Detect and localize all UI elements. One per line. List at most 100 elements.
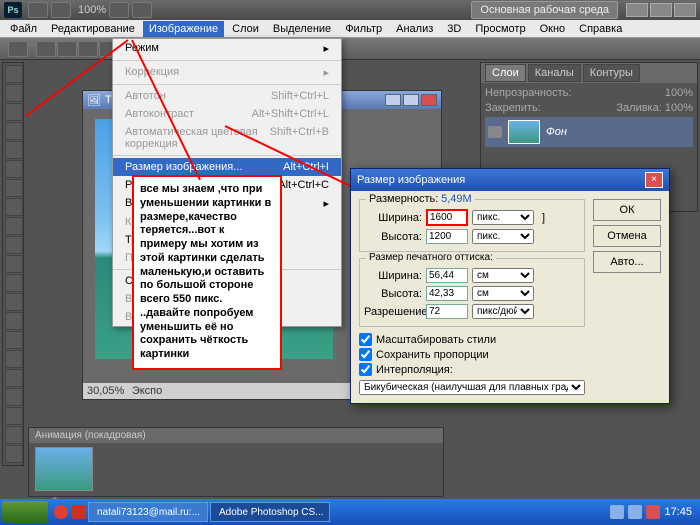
eyedrop-tool-icon[interactable] bbox=[5, 160, 23, 178]
menu-item[interactable]: Режим▸ bbox=[113, 39, 341, 58]
taskbar-item[interactable]: Adobe Photoshop CS... bbox=[210, 502, 330, 522]
pen-tool-icon[interactable] bbox=[5, 331, 23, 349]
auto-button[interactable]: Авто... bbox=[593, 251, 661, 273]
fill-value[interactable]: 100% bbox=[665, 102, 693, 114]
marquee-tool-icon[interactable] bbox=[5, 84, 23, 102]
menu-filter[interactable]: Фильтр bbox=[339, 21, 388, 37]
layer-thumbnail[interactable] bbox=[508, 120, 540, 144]
menu-image[interactable]: Изображение bbox=[143, 21, 224, 37]
start-button[interactable] bbox=[2, 501, 48, 523]
lasso-tool-icon[interactable] bbox=[5, 103, 23, 121]
link-icon[interactable]: ] bbox=[542, 212, 545, 224]
menu-analysis[interactable]: Анализ bbox=[390, 21, 439, 37]
move-tool-icon[interactable] bbox=[5, 65, 23, 83]
menu-item: АвтоконтрастAlt+Shift+Ctrl+L bbox=[113, 105, 341, 123]
screen-mode-icon[interactable] bbox=[51, 2, 71, 18]
tab-channels[interactable]: Каналы bbox=[528, 64, 581, 82]
zoom-level[interactable]: 100% bbox=[78, 4, 106, 16]
scale-styles-checkbox[interactable] bbox=[359, 333, 372, 346]
wand-tool-icon[interactable] bbox=[5, 122, 23, 140]
width-unit-select[interactable]: пикс. bbox=[472, 210, 534, 225]
tab-paths[interactable]: Контуры bbox=[583, 64, 640, 82]
workspace-selector[interactable]: Основная рабочая среда bbox=[471, 1, 618, 19]
menu-3d[interactable]: 3D bbox=[441, 21, 467, 37]
doc-max-icon[interactable] bbox=[403, 94, 419, 106]
resolution-input[interactable] bbox=[426, 304, 468, 319]
dialog-close-icon[interactable]: × bbox=[645, 172, 663, 188]
layer-name[interactable]: Фон bbox=[546, 126, 567, 138]
sel-sub-icon[interactable] bbox=[78, 41, 98, 57]
heal-tool-icon[interactable] bbox=[5, 179, 23, 197]
ok-button[interactable]: ОК bbox=[593, 199, 661, 221]
arrange-icon[interactable] bbox=[132, 2, 152, 18]
dialog-titlebar[interactable]: Размер изображения × bbox=[351, 169, 669, 191]
print-width-label: Ширина: bbox=[364, 270, 422, 282]
avira-icon[interactable] bbox=[646, 505, 660, 519]
sel-new-icon[interactable] bbox=[36, 41, 56, 57]
doc-min-icon[interactable] bbox=[385, 94, 401, 106]
tray-icon[interactable] bbox=[610, 505, 624, 519]
gradient-tool-icon[interactable] bbox=[5, 274, 23, 292]
cancel-button[interactable]: Отмена bbox=[593, 225, 661, 247]
print-width-input[interactable] bbox=[426, 268, 468, 283]
resample-checkbox[interactable] bbox=[359, 363, 372, 376]
taskbar-item[interactable]: natali73123@mail.ru:... bbox=[88, 502, 208, 522]
sel-add-icon[interactable] bbox=[57, 41, 77, 57]
height-label: Высота: bbox=[364, 231, 422, 243]
resolution-unit[interactable]: пикс/дюйм bbox=[472, 304, 534, 319]
path-tool-icon[interactable] bbox=[5, 369, 23, 387]
width-input[interactable] bbox=[426, 209, 468, 226]
menu-view[interactable]: Просмотр bbox=[469, 21, 531, 37]
history-tool-icon[interactable] bbox=[5, 236, 23, 254]
animation-title: Анимация (покадровая) bbox=[29, 428, 443, 443]
menu-help[interactable]: Справка bbox=[573, 21, 628, 37]
brush-tool-icon[interactable] bbox=[5, 198, 23, 216]
print-size-group: Размер печатного оттиска: Ширина:см Высо… bbox=[359, 258, 585, 327]
width-label: Ширина: bbox=[364, 212, 422, 224]
animation-frame[interactable] bbox=[35, 447, 93, 491]
stamp-tool-icon[interactable] bbox=[5, 217, 23, 235]
menu-select[interactable]: Выделение bbox=[267, 21, 337, 37]
clock[interactable]: 17:45 bbox=[664, 506, 692, 518]
tool-preset-icon[interactable] bbox=[28, 2, 48, 18]
visibility-icon[interactable] bbox=[488, 126, 502, 138]
maximize-icon[interactable] bbox=[650, 3, 672, 17]
print-width-unit[interactable]: см bbox=[472, 268, 534, 283]
zoom-tool-icon[interactable] bbox=[5, 445, 23, 463]
crop-tool-icon[interactable] bbox=[5, 141, 23, 159]
doc-close-icon[interactable] bbox=[421, 94, 437, 106]
menu-edit[interactable]: Редактирование bbox=[45, 21, 141, 37]
menu-layers[interactable]: Слои bbox=[226, 21, 265, 37]
layer-row[interactable]: Фон bbox=[485, 117, 693, 147]
tab-layers[interactable]: Слои bbox=[485, 64, 526, 82]
type-tool-icon[interactable] bbox=[5, 350, 23, 368]
menu-item: АвтотонShift+Ctrl+L bbox=[113, 87, 341, 105]
opacity-label: Непрозрачность: bbox=[485, 87, 571, 99]
tray-icon[interactable] bbox=[628, 505, 642, 519]
menu-window[interactable]: Окно bbox=[534, 21, 572, 37]
blur-tool-icon[interactable] bbox=[5, 293, 23, 311]
dodge-tool-icon[interactable] bbox=[5, 312, 23, 330]
close-icon[interactable] bbox=[674, 3, 696, 17]
constrain-checkbox[interactable] bbox=[359, 348, 372, 361]
hand-icon[interactable] bbox=[109, 2, 129, 18]
height-unit-select[interactable]: пикс. bbox=[472, 229, 534, 244]
animation-panel: Анимация (покадровая) 0 сек. bbox=[28, 427, 444, 497]
options-bar: Стиль: Цвет: bbox=[0, 38, 700, 60]
hand-tool-icon[interactable] bbox=[5, 426, 23, 444]
app-icon[interactable] bbox=[72, 505, 86, 519]
opacity-value[interactable]: 100% bbox=[665, 87, 693, 99]
opera-icon[interactable] bbox=[54, 505, 68, 519]
menu-file[interactable]: Файл bbox=[4, 21, 43, 37]
height-input[interactable] bbox=[426, 229, 468, 244]
marquee-icon[interactable] bbox=[8, 41, 28, 57]
doc-icon: 🖼 bbox=[87, 94, 101, 107]
minimize-icon[interactable] bbox=[626, 3, 648, 17]
menu-item[interactable]: Размер изображения...Alt+Ctrl+I bbox=[113, 158, 341, 176]
3d-tool-icon[interactable] bbox=[5, 407, 23, 425]
eraser-tool-icon[interactable] bbox=[5, 255, 23, 273]
print-height-input[interactable] bbox=[426, 286, 468, 301]
interpolation-select[interactable]: Бикубическая (наилучшая для плавных град… bbox=[359, 380, 585, 395]
shape-tool-icon[interactable] bbox=[5, 388, 23, 406]
print-height-unit[interactable]: см bbox=[472, 286, 534, 301]
